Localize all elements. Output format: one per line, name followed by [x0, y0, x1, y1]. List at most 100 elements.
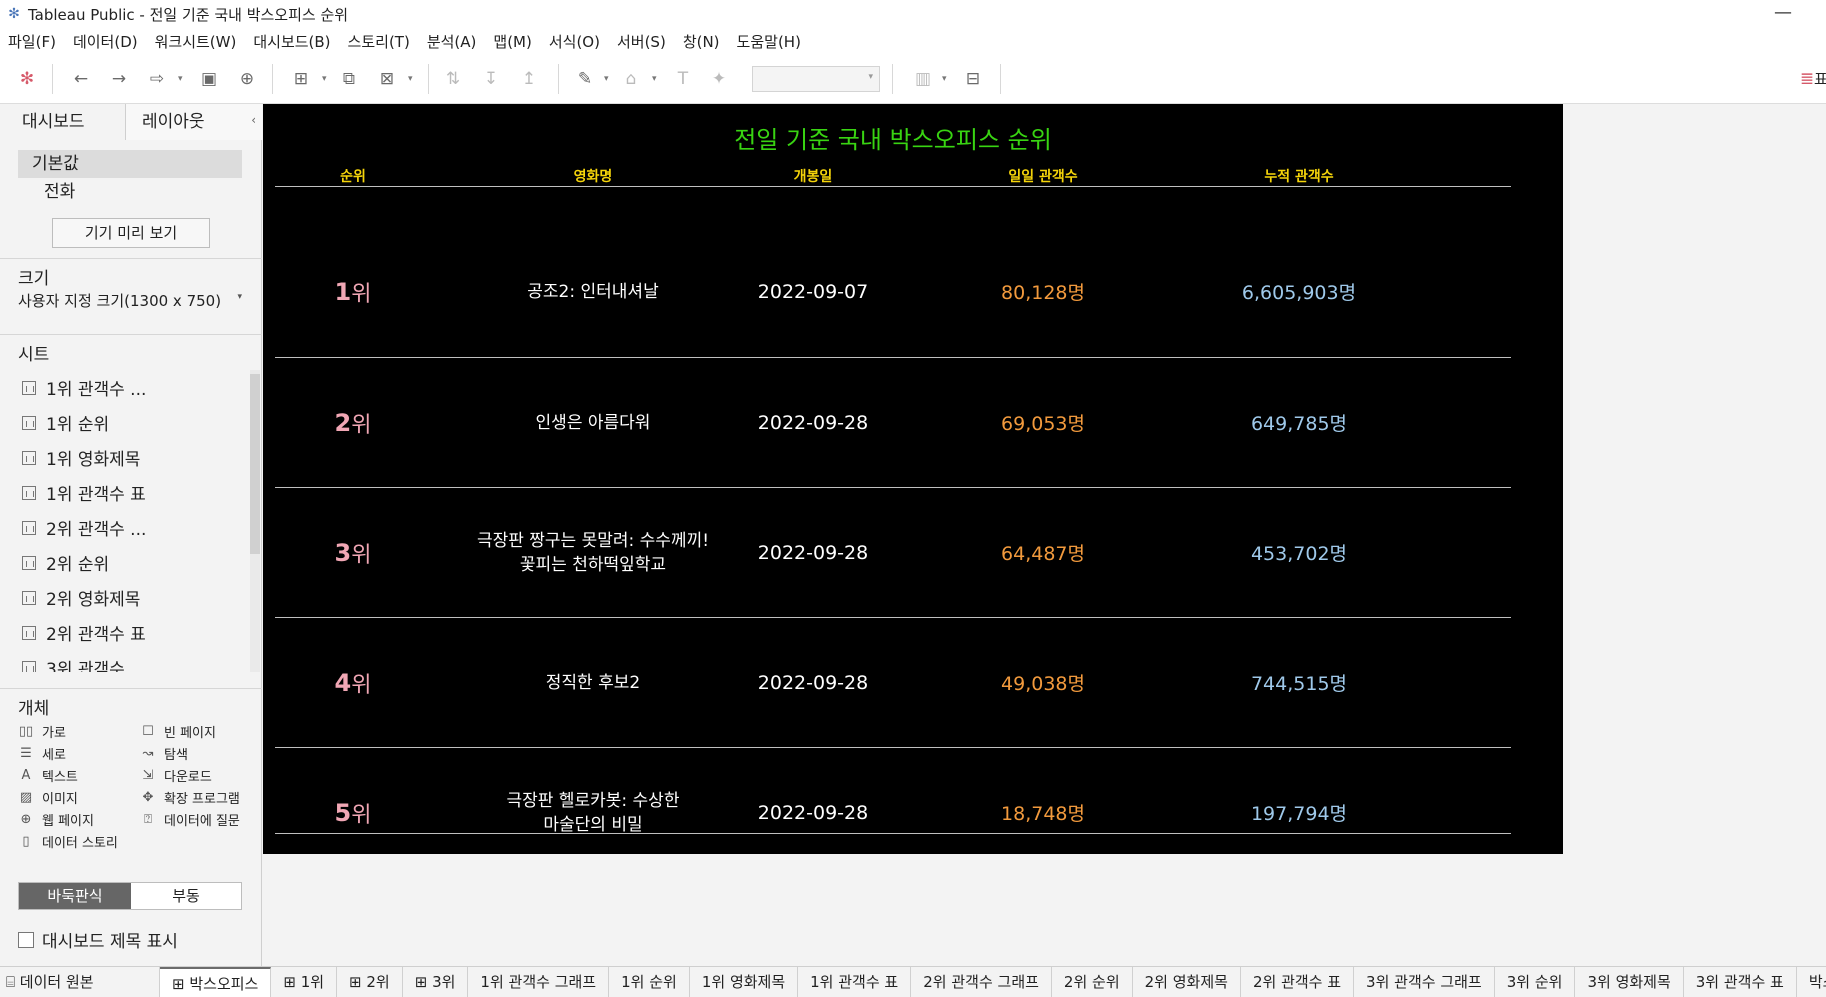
sort-ascending-icon[interactable]: ↧ — [480, 68, 502, 90]
size-select[interactable]: 사용자 지정 크기(1300 x 750) ▾ — [18, 290, 246, 312]
object-webpage[interactable]: ⊕ 웹 페이지 — [18, 810, 94, 829]
show-me-dropdown-icon[interactable]: ▾ — [942, 68, 950, 90]
menu-file[interactable]: 파일(F) — [8, 31, 56, 52]
new-worksheet-icon[interactable]: ⊞ — [290, 68, 312, 90]
tiled-button[interactable]: 바둑판식 — [19, 883, 131, 909]
object-ask-data[interactable]: ⍰ 데이터에 질문 — [140, 810, 240, 829]
menu-format[interactable]: 서식(O) — [549, 31, 600, 52]
menu-help[interactable]: 도움말(H) — [737, 31, 801, 52]
collapse-panel-icon[interactable]: ‹ — [251, 113, 256, 127]
minimize-button[interactable]: — — [1774, 2, 1792, 23]
object-extension[interactable]: ✥ 확장 프로그램 — [140, 788, 240, 807]
menu-story[interactable]: 스토리(T) — [348, 31, 410, 52]
fit-select[interactable]: ▾ — [752, 66, 880, 92]
replay-icon[interactable]: ⇨ — [146, 68, 168, 90]
show-me-icon[interactable]: ▥ — [912, 68, 934, 90]
highlight-dropdown-icon[interactable]: ▾ — [604, 68, 612, 90]
tab-sheet[interactable]: 1위 관객수 그래프 — [468, 967, 610, 997]
cumulative-audience-cell: 744,515명 — [1250, 673, 1348, 695]
device-phone[interactable]: 전화 — [18, 178, 242, 206]
highlight-icon[interactable]: ✎ — [574, 68, 596, 90]
menu-window[interactable]: 창(N) — [683, 31, 720, 52]
new-datasource-icon[interactable]: ⊕ — [236, 68, 258, 90]
object-horizontal[interactable]: ▯▯ 가로 — [18, 722, 66, 741]
sheets-scrollbar[interactable] — [250, 370, 260, 672]
toolbar-separator — [52, 64, 53, 94]
replay-dropdown-icon[interactable]: ▾ — [178, 68, 186, 90]
redo-icon[interactable]: → — [108, 68, 130, 90]
pin-icon[interactable]: ✦ — [708, 68, 730, 90]
sheet-item[interactable]: 2위 관객수 표 — [0, 615, 248, 650]
save-icon[interactable]: ▣ — [198, 68, 220, 90]
show-title-label: 대시보드 제목 표시 — [42, 932, 178, 952]
tab-sheet[interactable]: 박스오피스 — [1797, 967, 1826, 997]
tab-dashboard-2[interactable]: ⊞ 2위 — [337, 967, 403, 997]
sheet-item[interactable]: 1위 영화제목 — [0, 440, 248, 475]
tab-sheet[interactable]: 1위 영화제목 — [690, 967, 799, 997]
group-dropdown-icon[interactable]: ▾ — [652, 68, 660, 90]
show-me-label[interactable]: 표 — [1814, 68, 1826, 89]
menu-server[interactable]: 서버(S) — [617, 31, 666, 52]
object-image[interactable]: ▨ 이미지 — [18, 788, 78, 807]
table-row: 5위 극장판 헬로카봇: 수상한 마술단의 비밀 2022-09-28 18,74… — [263, 748, 1563, 877]
sheet-label: 1위 영화제목 — [46, 450, 141, 470]
tab-data-source[interactable]: ⌸ 데이터 원본 — [0, 967, 160, 997]
rank-cell: 4위 — [303, 618, 403, 747]
tab-sheet[interactable]: 3위 순위 — [1495, 967, 1576, 997]
tab-dashboard-boxoffice[interactable]: ⊞ 박스오피스 — [160, 967, 272, 997]
scroll-thumb[interactable] — [250, 374, 260, 554]
menu-dashboard[interactable]: 대시보드(B) — [253, 31, 330, 52]
menu-worksheet[interactable]: 워크시트(W) — [155, 31, 237, 52]
undo-icon[interactable]: ← — [70, 68, 92, 90]
sheet-item[interactable]: 2위 관객수 ... — [0, 510, 248, 545]
clear-sheet-icon[interactable]: ⊠ — [376, 68, 398, 90]
tab-dashboard[interactable]: 대시보드 — [0, 104, 126, 140]
tab-sheet[interactable]: 1위 관객수 표 — [798, 967, 912, 997]
rank-cell: 1위 — [303, 227, 403, 356]
sheet-item[interactable]: 2위 영화제목 — [0, 580, 248, 615]
object-data-story[interactable]: ▯ 데이터 스토리 — [18, 832, 117, 851]
objects-section-title: 개체 — [18, 699, 50, 719]
sheet-label: 1위 순위 — [46, 415, 110, 435]
presentation-icon[interactable]: ⊟ — [962, 68, 984, 90]
duplicate-icon[interactable]: ⧉ — [338, 68, 360, 90]
sheet-item[interactable]: 2위 순위 — [0, 545, 248, 580]
device-preview-button[interactable]: 기기 미리 보기 — [52, 218, 210, 248]
group-icon[interactable]: ⌂ — [620, 68, 642, 90]
tableau-home-icon[interactable]: ✻ — [16, 68, 38, 90]
dashboard-icon: ⊞ — [349, 972, 367, 991]
labels-icon[interactable]: T — [672, 68, 694, 90]
tab-sheet[interactable]: 3위 영화제목 — [1575, 967, 1684, 997]
swap-icon[interactable]: ⇅ — [442, 68, 464, 90]
size-section-title: 크기 — [18, 269, 50, 289]
tab-dashboard-1[interactable]: ⊞ 1위 — [271, 967, 338, 997]
clear-dropdown-icon[interactable]: ▾ — [408, 68, 416, 90]
tab-sheet[interactable]: 2위 순위 — [1052, 967, 1133, 997]
object-text[interactable]: A 텍스트 — [18, 766, 78, 785]
object-navigation[interactable]: ↝ 탐색 — [140, 744, 188, 763]
tab-sheet[interactable]: 1위 순위 — [609, 967, 690, 997]
sheet-item[interactable]: 1위 관객수 ... — [0, 370, 248, 405]
tab-layout[interactable]: 레이아웃 — [126, 104, 262, 140]
tab-sheet[interactable]: 2위 관객수 표 — [1241, 967, 1355, 997]
object-blank[interactable]: ☐ 빈 페이지 — [140, 722, 216, 741]
object-download[interactable]: ⇲ 다운로드 — [140, 766, 212, 785]
menu-data[interactable]: 데이터(D) — [73, 31, 138, 52]
sort-descending-icon[interactable]: ↥ — [518, 68, 540, 90]
new-worksheet-dropdown-icon[interactable]: ▾ — [322, 68, 330, 90]
device-default[interactable]: 기본값 — [18, 150, 242, 178]
menu-analysis[interactable]: 분석(A) — [427, 31, 477, 52]
sheet-item[interactable]: 3위 관객수 — [0, 650, 248, 672]
tab-sheet[interactable]: 3위 관객수 표 — [1684, 967, 1797, 997]
show-title-checkbox[interactable] — [18, 931, 34, 948]
tab-sheet[interactable]: 2위 관객수 그래프 — [911, 967, 1052, 997]
sheet-item[interactable]: 1위 관객수 표 — [0, 475, 248, 510]
tab-dashboard-3[interactable]: ⊞ 3위 — [403, 967, 469, 997]
floating-button[interactable]: 부동 — [131, 883, 241, 909]
tab-sheet[interactable]: 2위 영화제목 — [1133, 967, 1241, 997]
menu-map[interactable]: 맵(M) — [493, 31, 531, 52]
tab-sheet[interactable]: 3위 관객수 그래프 — [1354, 967, 1495, 997]
object-vertical[interactable]: ☰ 세로 — [18, 744, 66, 763]
sheet-item[interactable]: 1위 순위 — [0, 405, 248, 440]
show-title-option[interactable]: 대시보드 제목 표시 — [18, 927, 178, 952]
